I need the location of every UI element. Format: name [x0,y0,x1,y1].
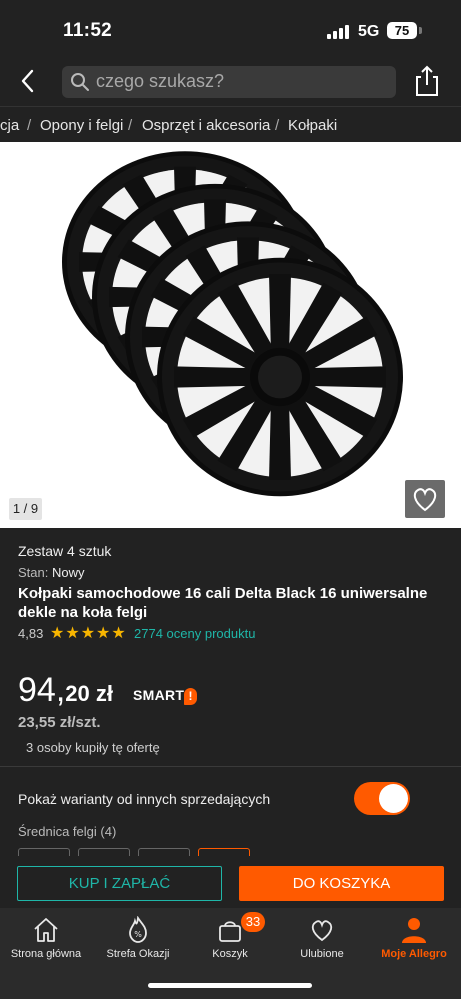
price: 94,20 zł [18,671,113,710]
share-icon[interactable] [412,64,442,98]
battery-tip [419,27,422,34]
set-info: Zestaw 4 sztuk [18,543,112,559]
tab-label: Koszyk [212,948,248,960]
rating-count-link[interactable]: 2774 oceny produktu [134,626,255,641]
rating-stars-icon: ★★★★★ [50,625,127,642]
rating-value: 4,83 [18,626,44,641]
signal-icon [327,25,349,39]
smart-info-icon[interactable]: ! [184,688,197,705]
add-to-cart-button[interactable]: DO KOSZYKA [239,866,444,901]
user-icon [402,918,426,943]
tab-label: Strefa Okazji [106,948,170,960]
breadcrumb-item[interactable]: Opony i felgi [40,117,123,134]
search-placeholder: czego szukasz? [96,71,225,91]
tab-label: Ulubione [300,948,344,960]
breadcrumb-item[interactable]: Kołpaki [288,117,337,134]
network-type: 5G [358,23,380,40]
search-icon [71,73,89,91]
status-bar: 11:52 5G 75 [0,0,461,56]
buy-now-button[interactable]: KUP I ZAPŁAĆ [17,866,222,901]
smart-label: SMART [133,687,185,703]
clock: 11:52 [63,20,113,41]
tab-my-allegro[interactable]: Moje Allegro [368,908,460,968]
tab-home[interactable]: Strona główna [0,908,92,968]
breadcrumb-item[interactable]: cja [0,117,19,134]
home-icon [34,918,58,942]
battery-icon: 75 [387,22,417,39]
rim-size-label: Średnica felgi (4) [18,824,117,839]
heart-icon [413,488,437,512]
favorite-button[interactable] [405,480,445,518]
product-gallery[interactable]: 1 / 9 [0,142,461,528]
chevron-left-icon[interactable] [14,66,44,96]
variants-toggle-label: Pokaż warianty od innych sprzedających [18,791,271,807]
product-title: Kołpaki samochodowe 16 cali Delta Black … [18,585,428,621]
heart-icon [311,920,333,942]
action-bar: KUP I ZAPŁAĆ DO KOSZYKA [0,856,461,908]
breadcrumb-item[interactable]: Osprzęt i akcesoria [142,117,270,134]
tab-deals[interactable]: % Strefa Okazji [92,908,184,968]
unit-price: 23,55 zł/szt. [18,714,101,731]
deals-icon: % [129,916,147,943]
breadcrumb: cja / Opony i felgi / Osprzęt i akcesori… [0,106,461,142]
search-input[interactable]: czego szukasz? [62,66,396,98]
top-bar: czego szukasz? [0,56,461,106]
home-indicator [148,983,312,988]
breadcrumb-separator: / [275,117,280,134]
breadcrumb-separator: / [27,117,32,134]
tab-label: Strona główna [10,948,82,960]
breadcrumb-separator: / [128,117,133,134]
variants-toggle[interactable] [354,782,410,815]
divider [0,766,461,767]
toggle-knob [379,784,408,813]
condition: Stan: Nowy [18,565,85,580]
tab-label: Moje Allegro [381,948,447,960]
product-image [62,151,403,497]
price-main: 94, [18,671,66,709]
tab-favorites[interactable]: Ulubione [276,908,368,968]
condition-label: Stan: [18,565,49,580]
svg-text:%: % [134,930,142,939]
cart-badge: 33 [241,912,265,932]
condition-value: Nowy [51,565,85,580]
price-cents: 20 zł [65,681,113,706]
buyers-count: 3 osoby kupiły tę ofertę [26,740,160,755]
image-counter: 1 / 9 [9,498,42,520]
cart-icon [219,921,241,942]
